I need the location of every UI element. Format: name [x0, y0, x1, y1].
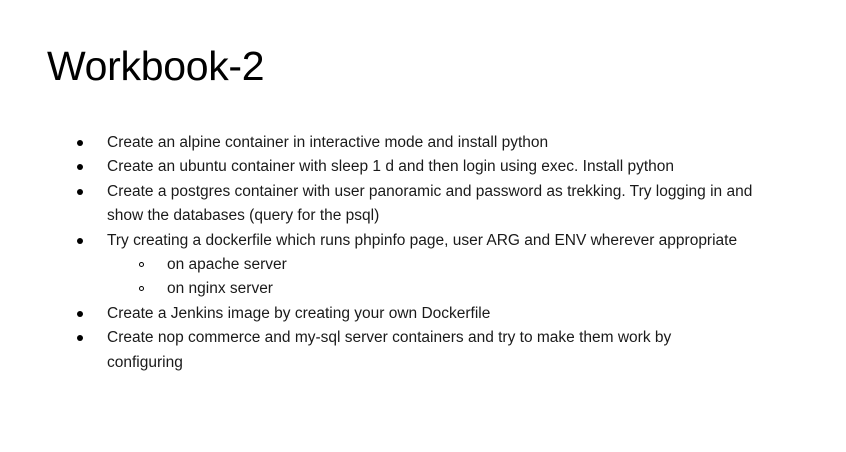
list-item: Try creating a dockerfile which runs php… — [0, 229, 846, 302]
list-item-text: Create a Jenkins image by creating your … — [107, 304, 491, 322]
list-item-text: Create nop commerce and my-sql server co… — [107, 329, 672, 371]
sub-list-item: on nginx server — [107, 277, 806, 301]
circle-bullet-icon — [139, 286, 144, 292]
list-item-text: Create an ubuntu container with sleep 1 … — [107, 158, 674, 176]
bullet-icon — [77, 140, 83, 146]
list-item-text: Create an alpine container in interactiv… — [107, 134, 549, 151]
list-item: Create nop commerce and my-sql server co… — [0, 326, 846, 375]
list-item: Create a postgres container with user pa… — [0, 180, 846, 229]
list-item-text: Create a postgres container with user pa… — [107, 182, 753, 225]
bullet-icon — [77, 164, 83, 171]
sub-list-item-text: on nginx server — [167, 280, 273, 298]
bullet-icon — [77, 310, 83, 317]
bullet-icon — [77, 237, 83, 244]
list-item: Create an alpine container in interactiv… — [0, 131, 846, 155]
bullet-icon — [77, 335, 83, 342]
circle-bullet-icon — [139, 262, 144, 268]
bullet-icon — [77, 188, 83, 195]
list-item: Create an ubuntu container with sleep 1 … — [0, 155, 846, 179]
sub-list: on apache server on nginx server — [107, 253, 806, 302]
task-list: Create an alpine container in interactiv… — [0, 131, 846, 375]
list-item: Create a Jenkins image by creating your … — [0, 302, 846, 326]
page-title: Workbook-2 — [47, 43, 265, 89]
sub-list-item: on apache server — [107, 253, 806, 277]
list-item-text: Try creating a dockerfile which runs php… — [107, 231, 738, 249]
sub-list-item-text: on apache server — [167, 256, 287, 274]
